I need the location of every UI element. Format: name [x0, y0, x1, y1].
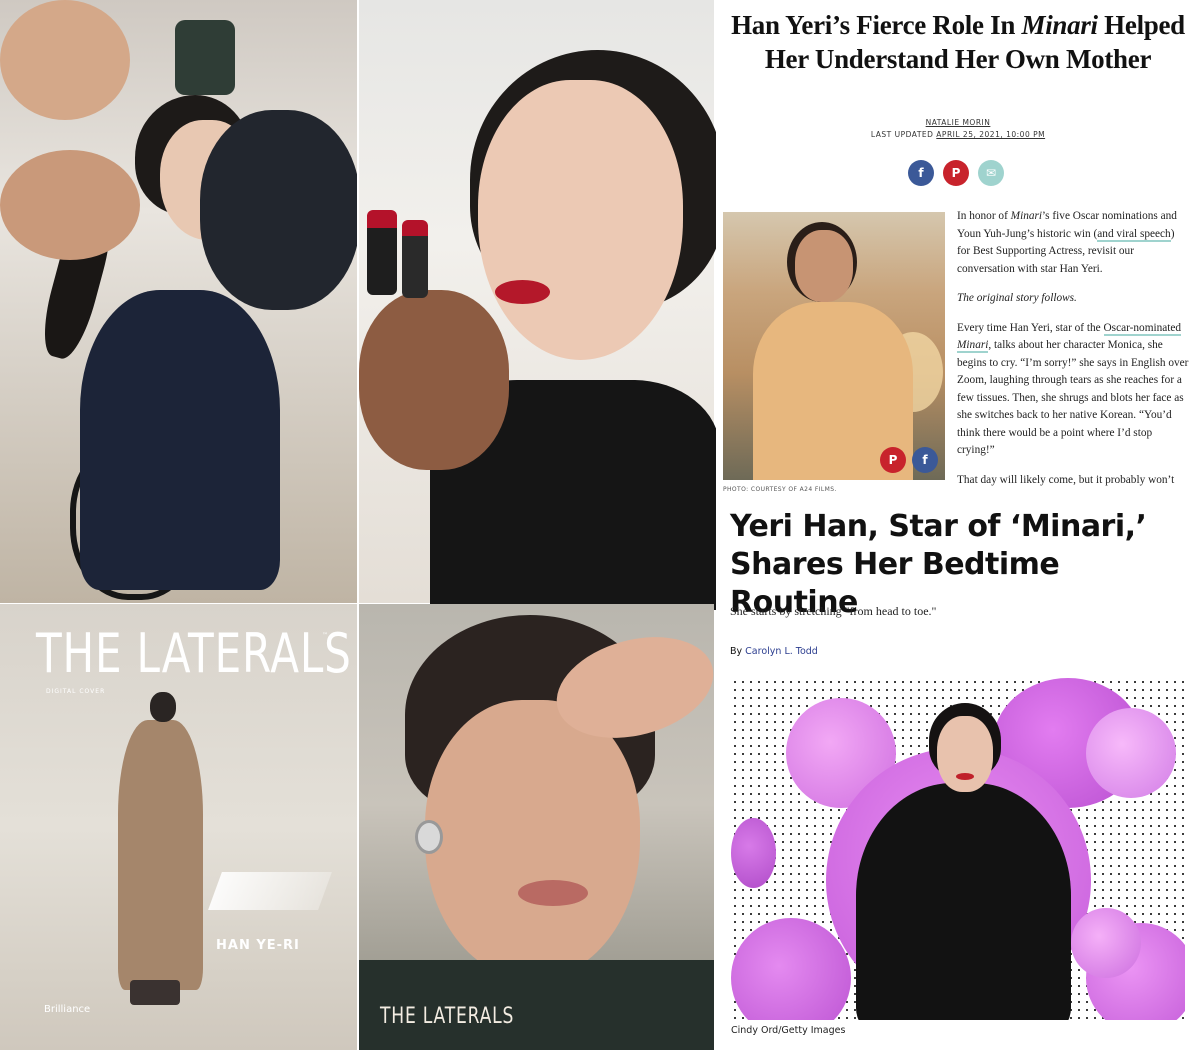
bubble-shape: [731, 918, 851, 1020]
lips-shape: [495, 280, 550, 304]
coat-shape: [118, 720, 203, 990]
cover-name: HAN YE-RI: [216, 938, 300, 953]
article2-photo: [731, 678, 1185, 1020]
pinterest-share-icon[interactable]: P: [943, 160, 969, 186]
face-shape: [795, 230, 853, 302]
shoes-shape: [130, 980, 180, 1005]
facebook-share-icon[interactable]: f: [908, 160, 934, 186]
paragraph: In honor of Minari’s five Oscar nominati…: [957, 210, 1177, 275]
pinterest-share-icon[interactable]: P: [880, 447, 906, 473]
hand-shape: [0, 0, 130, 120]
cover-magazine-title: THE LATERALS: [36, 622, 352, 685]
head-shape: [150, 692, 176, 722]
article1-photo: [723, 212, 945, 480]
earring-shape: [415, 820, 443, 854]
bubble-shape: [1086, 708, 1176, 798]
bubble-shape: [731, 818, 776, 888]
photo-credit: Cindy Ord/Getty Images: [731, 1025, 846, 1036]
article2-byline: By Carolyn L. Todd: [730, 646, 818, 657]
face-shape: [478, 80, 683, 360]
hand-shape: [0, 150, 140, 260]
cover-theme: Brilliance: [44, 1004, 91, 1015]
lipstick-shape: [367, 210, 397, 295]
lips-shape: [518, 880, 588, 906]
artist-arm-shape: [200, 110, 357, 310]
inline-link[interactable]: and viral speech: [1097, 227, 1171, 242]
turtleneck-shape: [856, 783, 1071, 1020]
email-share-icon[interactable]: ✉: [978, 160, 1004, 186]
makeup-photo-left: [0, 0, 357, 603]
lipstick-shape: [402, 220, 428, 298]
paragraph: That day will likely come, but it probab…: [957, 473, 1175, 486]
face-shape: [425, 700, 640, 980]
paragraph: Every time Han Yeri, star of the Oscar-n…: [957, 321, 1189, 456]
author-link[interactable]: Carolyn L. Todd: [745, 646, 818, 657]
hand-shape: [359, 290, 509, 470]
cover-trademark: ™: [322, 632, 328, 639]
bubble-shape: [1071, 908, 1141, 978]
lips-shape: [956, 773, 974, 780]
light-patch-shape: [208, 872, 332, 910]
face-shape: [937, 716, 993, 792]
cover-label: DIGITAL COVER: [46, 688, 106, 695]
photo-caption: PHOTO: COURTESY OF A24 FILMS.: [723, 486, 837, 493]
article1-updated: LAST UPDATED APRIL 25, 2021, 10:00 PM: [870, 130, 1046, 139]
top-shape: [80, 290, 280, 590]
share-bar: f P ✉: [908, 160, 1004, 186]
article1-author[interactable]: NATALIE MORIN: [730, 118, 1186, 127]
article1-title[interactable]: Han Yeri’s Fierce Role In Minari Helped …: [730, 8, 1186, 76]
article2-dek: She starts by stretching "from head to t…: [730, 604, 937, 618]
photo-share-bar: P f: [880, 447, 938, 473]
paragraph: The original story follows.: [957, 292, 1077, 304]
portrait-logo: THE LATERALS: [380, 1004, 515, 1029]
article1-body: In honor of Minari’s five Oscar nominati…: [957, 208, 1189, 501]
facebook-share-icon[interactable]: f: [912, 447, 938, 473]
bag-shape: [175, 20, 235, 95]
